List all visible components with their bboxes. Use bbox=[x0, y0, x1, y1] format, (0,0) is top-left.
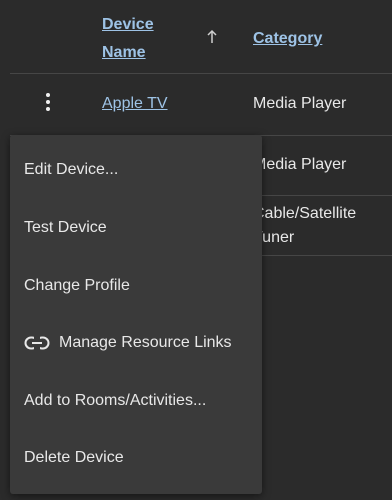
menu-item-edit-device[interactable]: Edit Device... bbox=[10, 145, 262, 195]
category-cell: Media Player bbox=[253, 95, 347, 112]
menu-item-label: Delete Device bbox=[24, 449, 124, 466]
menu-item-delete-device[interactable]: Delete Device bbox=[10, 433, 262, 483]
menu-item-label: Test Device bbox=[24, 219, 107, 236]
menu-item-label: Manage Resource Links bbox=[59, 334, 232, 351]
menu-item-test-device[interactable]: Test Device bbox=[10, 203, 262, 253]
menu-item-label: Add to Rooms/Activities... bbox=[24, 392, 207, 409]
menu-item-manage-resource-links[interactable]: Manage Resource Links bbox=[10, 318, 262, 368]
column-header-category[interactable]: Category bbox=[253, 25, 322, 53]
table-row: Apple TV Media Player bbox=[10, 74, 392, 136]
menu-item-label: Change Profile bbox=[24, 277, 130, 294]
device-name-link[interactable]: Apple TV bbox=[102, 93, 168, 115]
menu-item-add-to-rooms[interactable]: Add to Rooms/Activities... bbox=[10, 376, 262, 426]
device-context-menu: Edit Device... Test Device Change Profil… bbox=[10, 135, 262, 494]
column-header-device-name[interactable]: Device Name bbox=[102, 11, 182, 67]
menu-item-label: Edit Device... bbox=[24, 161, 119, 178]
more-vertical-icon[interactable] bbox=[42, 93, 54, 115]
table-header-row: Device Name Category bbox=[10, 0, 392, 74]
category-cell: Cable/Satellite Tuner bbox=[253, 205, 357, 246]
category-cell: Media Player bbox=[253, 156, 347, 173]
menu-item-change-profile[interactable]: Change Profile bbox=[10, 261, 262, 311]
devices-table: Device Name Category Apple TV Media Play… bbox=[0, 0, 392, 500]
link-icon bbox=[24, 336, 50, 350]
arrow-up-icon[interactable] bbox=[205, 29, 219, 45]
